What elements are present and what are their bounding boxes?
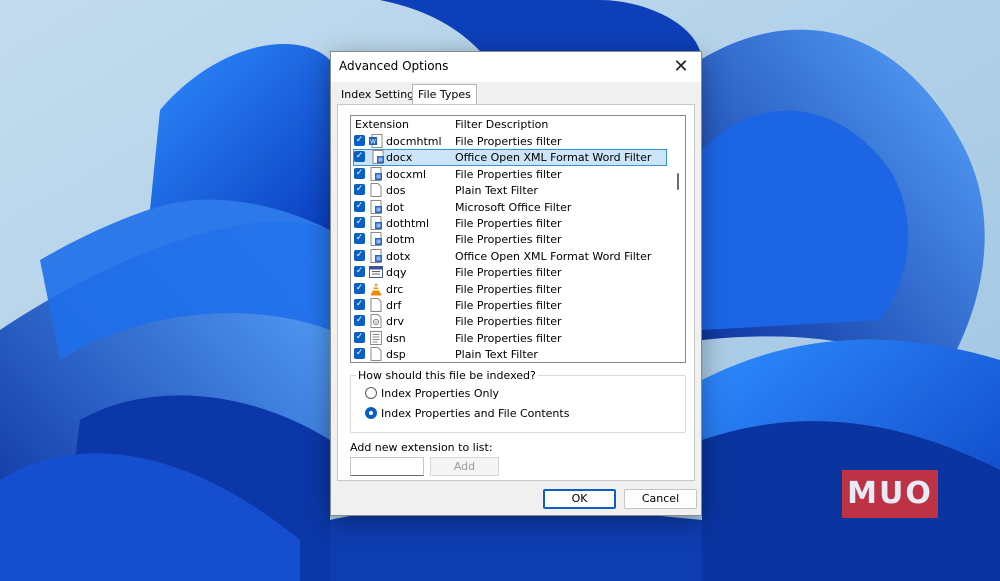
filter-description-cell: File Properties filter	[455, 216, 562, 230]
list-item-drc[interactable]: ✓ drc File Properties filter	[351, 281, 671, 297]
vertical-scrollbar[interactable]	[671, 116, 685, 362]
blank-file-icon	[369, 297, 383, 312]
filter-description-cell: Office Open XML Format Word Filter	[455, 249, 652, 263]
extension-cell: drf	[386, 298, 402, 312]
vlc-cone-icon	[369, 282, 383, 296]
list-item-docmhtml[interactable]: ✓ Wdocmhtml File Properties filter	[351, 133, 671, 149]
column-extension[interactable]: Extension	[355, 118, 409, 131]
checkbox[interactable]: ✓	[354, 233, 365, 245]
checkbox[interactable]: ✓	[354, 200, 365, 212]
tab-index-settings[interactable]: Index Settings	[341, 85, 420, 105]
list-item-dotm[interactable]: ✓ dotm File Properties filter	[351, 231, 671, 247]
list-item-dotx[interactable]: ✓ dotx Office Open XML Format Word Filter	[351, 248, 671, 264]
tab-file-types[interactable]: File Types	[412, 84, 477, 106]
list-item-dothtml[interactable]: ✓ dothtml File Properties filter	[351, 215, 671, 231]
checkbox[interactable]: ✓	[354, 135, 365, 146]
column-filter-description[interactable]: Filter Description	[455, 118, 548, 131]
svg-text:W: W	[370, 139, 376, 146]
word-doc-icon	[369, 199, 383, 214]
list-rows: ✓ Wdocmhtml File Properties filter ✓ docx Off…	[351, 133, 671, 362]
checkbox[interactable]: ✓	[354, 216, 365, 228]
driver-file-icon	[369, 314, 383, 329]
filter-description-cell: File Properties filter	[455, 298, 562, 312]
checkbox[interactable]: ✓	[354, 266, 365, 278]
list-item-dot[interactable]: ✓ dot Microsoft Office Filter	[351, 199, 671, 215]
checkbox[interactable]: ✓	[354, 167, 365, 179]
radio-button[interactable]	[365, 407, 377, 419]
scrollbar-thumb[interactable]	[677, 173, 679, 190]
word-doc-icon	[369, 166, 383, 181]
filter-description-cell: Plain Text Filter	[455, 348, 538, 362]
filter-description-cell: File Properties filter	[455, 266, 562, 280]
list-item-dsn[interactable]: ✓ dsn File Properties filter	[351, 330, 671, 346]
checkbox[interactable]: ✓	[354, 151, 365, 163]
extension-cell: drc	[386, 282, 404, 296]
checkbox[interactable]: ✓	[354, 315, 365, 327]
extension-cell: dot	[386, 200, 405, 214]
muo-logo: MUO	[842, 470, 938, 518]
extension-cell: docx	[386, 151, 413, 165]
add-button[interactable]: Add	[430, 457, 499, 476]
blank-file-icon	[369, 183, 383, 198]
logo-text: MUO	[847, 476, 933, 511]
checkbox[interactable]: ✓	[354, 249, 365, 261]
cancel-button[interactable]: Cancel	[624, 489, 697, 509]
list-header: Extension Filter Description	[351, 116, 671, 133]
dialog-title: Advanced Options	[339, 59, 449, 73]
add-extension-label: Add new extension to list:	[350, 441, 493, 454]
file-type-list[interactable]: Extension Filter Description ✓ Wdocmhtml F…	[350, 115, 686, 363]
advanced-options-dialog: Advanced Options ✕ Index Settings File T…	[330, 51, 702, 516]
extension-cell: dothtml	[386, 216, 430, 230]
word-doc-icon	[369, 232, 383, 247]
close-icon[interactable]: ✕	[661, 52, 701, 80]
filter-description-cell: Plain Text Filter	[455, 184, 538, 198]
filter-description-cell: Microsoft Office Filter	[455, 200, 572, 214]
list-item-docx[interactable]: ✓ docx Office Open XML Format Word Filter	[353, 149, 667, 166]
checkbox[interactable]: ✓	[354, 184, 365, 196]
filter-description-cell: File Properties filter	[455, 331, 562, 345]
filter-description-cell: File Properties filter	[455, 282, 562, 296]
filter-description-cell: File Properties filter	[455, 135, 562, 148]
index-method-legend: How should this file be indexed?	[356, 369, 538, 382]
extension-cell: dotm	[386, 233, 415, 247]
list-item-dsp[interactable]: ✓ dsp Plain Text Filter	[351, 346, 671, 362]
list-item-drf[interactable]: ✓ drf File Properties filter	[351, 297, 671, 313]
index-method-group: How should this file be indexed? Index P…	[350, 369, 686, 433]
word-doc-icon	[369, 215, 383, 230]
query-file-icon	[369, 265, 383, 279]
list-item-drv[interactable]: ✓ drv File Properties filter	[351, 313, 671, 329]
extension-cell: dotx	[386, 249, 411, 263]
list-item-docxml[interactable]: ✓ docxml File Properties filter	[351, 166, 671, 182]
extension-cell: docmhtml	[386, 135, 442, 148]
blank-file-icon	[369, 347, 383, 362]
ok-button[interactable]: OK	[543, 489, 616, 509]
word-icon: W	[369, 134, 383, 148]
word-doc-icon	[371, 150, 385, 165]
text-file-icon	[369, 330, 383, 345]
checkbox[interactable]: ✓	[354, 348, 365, 360]
checkbox[interactable]: ✓	[354, 331, 365, 343]
extension-cell: drv	[386, 315, 405, 329]
radio-label: Index Properties and File Contents	[381, 407, 570, 420]
extension-cell: dos	[386, 184, 406, 198]
checkbox[interactable]: ✓	[354, 282, 365, 294]
radio-label: Index Properties Only	[381, 387, 500, 400]
extension-cell: docxml	[386, 167, 427, 181]
filter-description-cell: File Properties filter	[455, 233, 562, 247]
file-types-panel: Extension Filter Description ✓ Wdocmhtml F…	[337, 104, 695, 481]
extension-cell: dsn	[386, 331, 406, 345]
filter-description-cell: File Properties filter	[455, 315, 562, 329]
list-item-dos[interactable]: ✓ dos Plain Text Filter	[351, 182, 671, 198]
filter-description-cell: File Properties filter	[455, 167, 562, 181]
radio-button[interactable]	[365, 387, 377, 399]
extension-cell: dsp	[386, 348, 406, 362]
word-doc-icon	[369, 248, 383, 263]
filter-description-cell: Office Open XML Format Word Filter	[455, 151, 652, 165]
checkbox[interactable]: ✓	[354, 298, 365, 310]
new-extension-input[interactable]	[350, 457, 424, 476]
list-item-dqy[interactable]: ✓ dqy File Properties filter	[351, 264, 671, 280]
extension-cell: dqy	[386, 266, 407, 280]
title-bar: Advanced Options ✕	[331, 52, 701, 82]
